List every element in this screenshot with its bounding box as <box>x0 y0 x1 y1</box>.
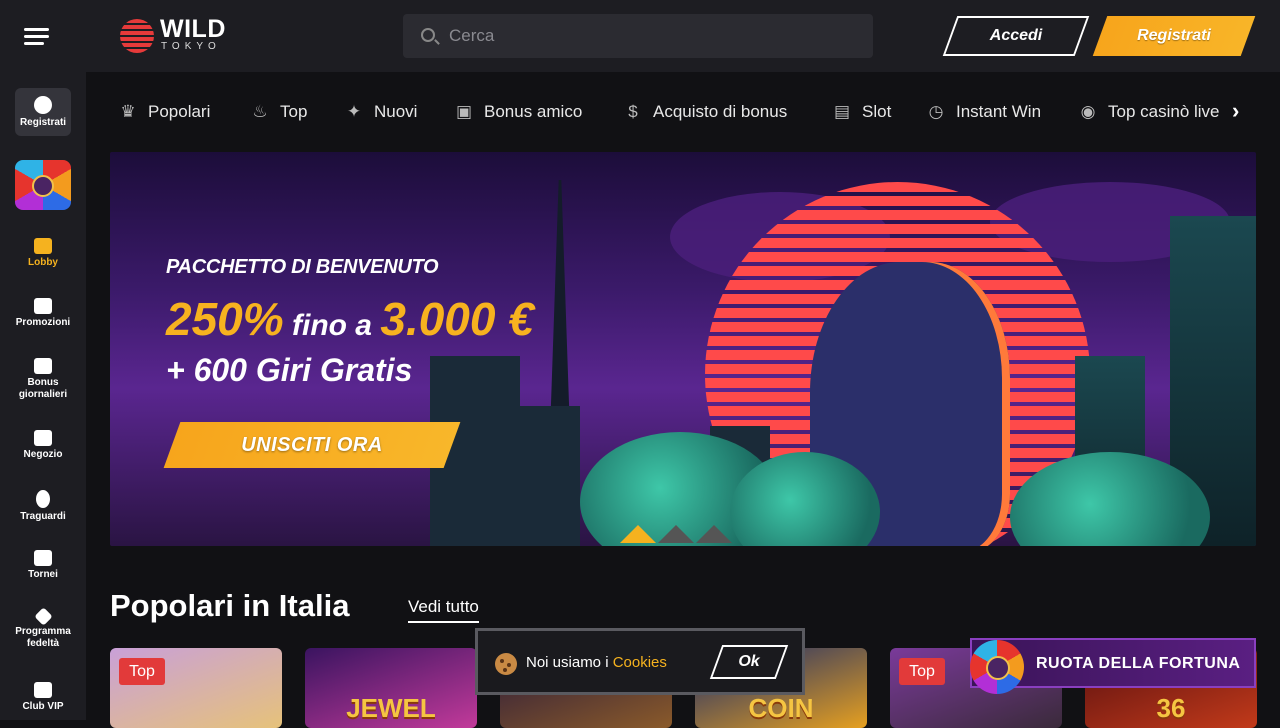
menu-icon[interactable] <box>24 28 49 46</box>
banner-amount: 3.000 € <box>380 293 534 345</box>
tab-label: Popolari <box>148 102 211 121</box>
megaphone-icon <box>34 298 52 314</box>
section-title: Popolari in Italia <box>110 588 350 623</box>
logo-subtitle: TOKYO <box>161 41 221 52</box>
register-button[interactable]: Registrati <box>1092 16 1256 56</box>
home-icon <box>34 238 52 254</box>
sidebar-item-label: Traguardi <box>20 511 66 522</box>
top-badge: Top <box>119 658 165 685</box>
medal-icon <box>36 490 50 508</box>
tab-label: Instant Win <box>956 102 1042 121</box>
see-all-link[interactable]: Vedi tutto <box>408 597 479 623</box>
banner-subtitle: PACCHETTO DI BENVENUTO <box>166 256 439 278</box>
sidebar-item-label: Promozioni <box>15 317 71 328</box>
tab-label: Acquisto di bonus <box>653 102 788 121</box>
top-bar: WILD TOKYO Accedi Registrati <box>0 0 1280 72</box>
join-now-label: UNISCITI ORA <box>241 434 383 456</box>
sidebar-item-traguardi[interactable]: Traguardi <box>0 490 86 523</box>
banner-middle: fino a <box>283 309 381 342</box>
sparkle-icon: ✦ <box>346 102 362 121</box>
sidebar: Registrati Lobby Promozioni Bonus giorna… <box>0 72 86 720</box>
tab-bonus-amico[interactable]: ▣ Bonus amico <box>454 100 582 124</box>
chevron-right-icon[interactable]: › <box>1232 100 1252 124</box>
fortune-wheel-promo[interactable]: RUOTA DELLA FORTUNA <box>970 638 1256 694</box>
crown-icon: ♛ <box>120 102 136 121</box>
logo-word: WILD <box>160 15 226 43</box>
login-button-label: Accedi <box>989 27 1043 44</box>
search-icon <box>421 28 435 42</box>
cookie-message: Noi usiamo i <box>526 654 613 671</box>
tab-label: Top <box>280 102 308 121</box>
gift-icon: ▣ <box>455 102 473 121</box>
sidebar-item-label: Programma fedeltà <box>15 626 71 649</box>
carousel-dot-active[interactable] <box>620 525 656 543</box>
slot-machine-icon: ▤ <box>833 102 851 121</box>
crown-icon <box>34 682 52 698</box>
tab-instant-win[interactable]: ◷ Instant Win <box>926 100 1041 124</box>
banner-free-spins: + 600 Giri Gratis <box>166 352 413 388</box>
search-input[interactable] <box>449 24 849 48</box>
search-box[interactable] <box>403 14 873 58</box>
category-bar: ♛ Popolari ♨ Top ✦ Nuovi ▣ Bonus amico $… <box>110 88 1256 136</box>
promo-banner[interactable]: PACCHETTO DI BENVENUTO 250% fino a 3.000… <box>110 152 1256 546</box>
sidebar-item-tornei[interactable]: Tornei <box>0 550 86 581</box>
sidebar-item-label: Bonus giornalieri <box>18 377 68 400</box>
cookie-ok-label: Ok <box>738 653 760 670</box>
banner-percent: 250% <box>166 293 284 345</box>
diamond-icon <box>33 607 53 626</box>
banner-headline: 250% fino a 3.000 € <box>166 292 534 346</box>
poker-chip-icon: ◉ <box>1080 102 1096 121</box>
game-title: JEWEL <box>346 693 436 723</box>
tab-label: Slot <box>862 102 892 121</box>
tab-label: Top casinò live <box>1108 102 1220 121</box>
building <box>520 406 580 546</box>
shop-icon <box>34 430 52 446</box>
sidebar-item-club-vip[interactable]: Club VIP <box>0 682 86 713</box>
trophy-icon <box>34 550 52 566</box>
sidebar-item-programma-fedelta[interactable]: Programma fedeltà <box>0 607 86 650</box>
sidebar-item-promozioni[interactable]: Promozioni <box>0 298 86 329</box>
sidebar-item-label: Tornei <box>28 569 58 580</box>
tab-acquisto-di-bonus[interactable]: $ Acquisto di bonus <box>623 100 787 124</box>
game-card[interactable]: JEWEL <box>305 648 477 728</box>
carousel-dot[interactable] <box>696 525 732 543</box>
sidebar-item-label: Negozio <box>23 449 63 460</box>
logo-sun-icon <box>120 19 154 53</box>
sidebar-item-label: Club VIP <box>22 701 64 712</box>
tab-top[interactable]: ♨ Top <box>250 100 307 124</box>
money-bag-icon: $ <box>628 102 638 121</box>
game-title: 36 <box>1156 693 1186 723</box>
cookies-link[interactable]: Cookies <box>613 654 667 671</box>
cookie-banner: Noi usiamo i Cookies Ok <box>475 628 805 695</box>
game-title: COIN <box>748 693 814 723</box>
fortune-wheel-icon[interactable] <box>15 160 71 210</box>
sidebar-item-negozio[interactable]: Negozio <box>0 430 86 461</box>
join-now-button[interactable]: UNISCITI ORA <box>163 422 461 468</box>
stopwatch-icon: ◷ <box>928 102 944 121</box>
login-button[interactable]: Accedi <box>942 16 1090 56</box>
tab-label: Nuovi <box>374 102 418 121</box>
register-icon <box>34 96 52 114</box>
sidebar-item-label: Lobby <box>28 257 58 268</box>
tab-nuovi[interactable]: ✦ Nuovi <box>344 100 418 124</box>
calendar-icon <box>34 358 52 374</box>
top-badge: Top <box>899 658 945 685</box>
tab-popolari[interactable]: ♛ Popolari <box>118 100 210 124</box>
cookie-ok-button[interactable]: Ok <box>709 645 789 679</box>
cookie-text: Noi usiamo i Cookies <box>526 654 667 671</box>
fortune-wheel-icon <box>970 640 1024 694</box>
tab-label: Bonus amico <box>484 102 583 121</box>
sidebar-register-button[interactable]: Registrati <box>15 88 71 136</box>
register-button-label: Registrati <box>1137 27 1211 44</box>
tab-slot[interactable]: ▤ Slot <box>832 100 891 124</box>
sidebar-item-bonus-giornalieri[interactable]: Bonus giornalieri <box>0 358 86 401</box>
tab-top-casino-live[interactable]: ◉ Top casinò live <box>1078 100 1220 124</box>
sidebar-register-label: Registrati <box>19 117 67 128</box>
carousel-dot[interactable] <box>658 525 694 543</box>
flame-icon: ♨ <box>252 102 268 121</box>
cookie-icon <box>495 653 517 675</box>
fortune-wheel-label: RUOTA DELLA FORTUNA <box>1036 655 1241 672</box>
game-card[interactable]: Top <box>110 648 282 728</box>
sidebar-item-lobby[interactable]: Lobby <box>0 238 86 269</box>
